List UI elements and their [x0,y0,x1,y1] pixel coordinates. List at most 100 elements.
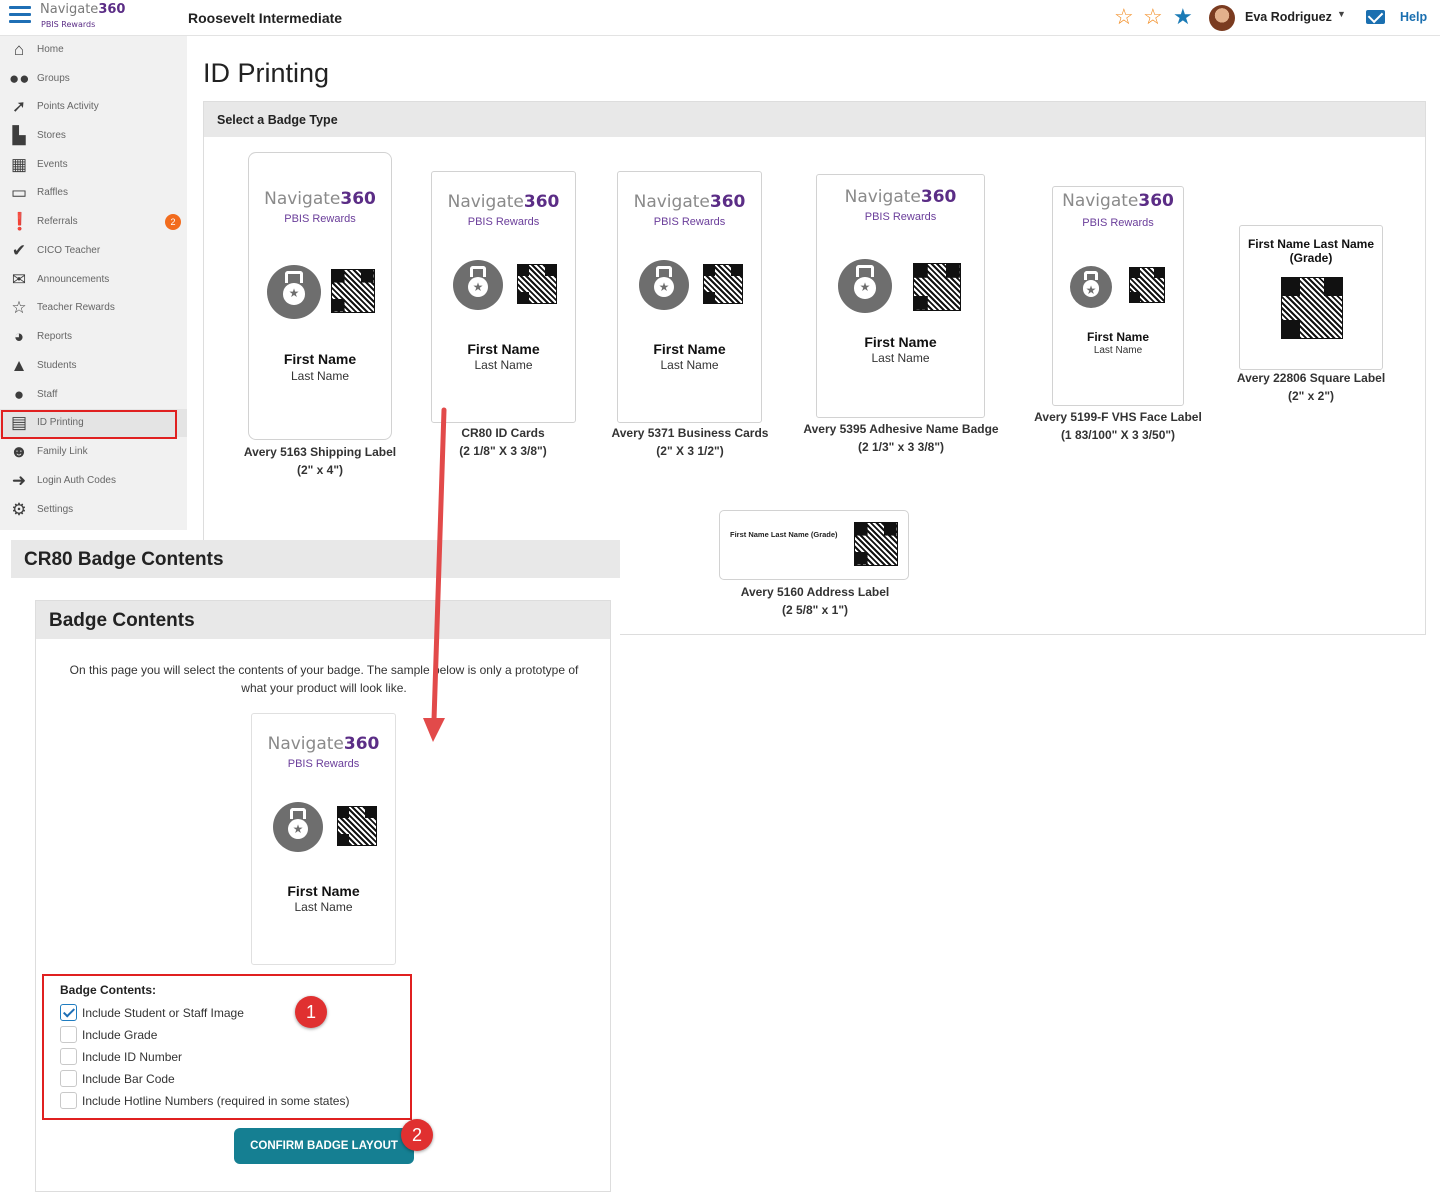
badge-option-cr80[interactable]: Navigate360 PBIS Rewards First Name Last… [431,171,576,423]
sidebar-item-students[interactable]: ▲ Students [0,352,187,380]
sidebar: ⌂ Home ●● Groups ➚ Points Activity ▙ Stores … [0,36,187,530]
sidebar-item-raffles[interactable]: ▭ Raffles [0,179,187,207]
sidebar-item-groups[interactable]: ●● Groups [0,65,187,93]
overlay-title: CR80 Badge Contents [24,549,224,570]
badge-logo: Navigate360 [844,187,957,207]
medal-icon [1070,266,1112,308]
sidebar-item-stores[interactable]: ▙ Stores [0,122,187,150]
sidebar-item-label: Stores [37,130,66,141]
checkbox[interactable] [60,1092,77,1109]
sidebar-item-reports[interactable]: ◕ Reports [0,323,187,351]
star-filled-icon[interactable]: ★ [1173,6,1193,28]
gear-icon: ⚙ [11,500,27,519]
calendar-icon: ▦ [10,155,28,174]
sidebar-item-label: Groups [37,73,70,84]
help-link[interactable]: Help [1400,10,1427,24]
check-circle-icon: ✔ [11,241,27,260]
badge-option-avery-5160[interactable]: First Name Last Name (Grade) [719,510,909,580]
badge-caption: Avery 5395 Adhesive Name Badge (2 1/3" x … [803,422,999,454]
badge-first-name: First Name [1086,330,1150,344]
badge-last-name: Last Name [294,900,353,914]
sidebar-item-staff[interactable]: ● Staff [0,381,187,409]
medal-icon [267,265,321,319]
panel-header-label: Select a Badge Type [217,113,338,127]
sidebar-item-events[interactable]: ▦ Events [0,151,187,179]
ticket-icon: ▭ [10,183,28,202]
option-label: Include Student or Staff Image [82,1006,244,1020]
option-label: Include Grade [82,1028,158,1042]
badge-caption: Avery 22806 Square Label (2" x 2") [1236,371,1386,403]
arrow-annotation-icon [423,407,447,742]
user-name[interactable]: Eva Rodriguez [1245,10,1332,24]
badge-logo-subtitle: PBIS Rewards [1082,217,1154,229]
qr-code-icon [517,264,557,304]
badge-last-name: Last Name [660,358,719,372]
checkbox[interactable] [60,1070,77,1087]
medal-icon [838,259,892,313]
logo-number: 360 [98,2,126,17]
badge-logo-subtitle: PBIS Rewards [864,211,937,223]
badge-name-grade: First Name Last Name [1247,237,1375,251]
badge-last-name: Last Name [1093,345,1143,356]
medal-icon [273,802,323,852]
sidebar-item-login-auth-codes[interactable]: ➜ Login Auth Codes [0,467,187,495]
badge-logo: Navigate360 [1062,191,1174,211]
badge-logo: Navigate360 [447,192,560,212]
avatar[interactable] [1209,5,1235,31]
sidebar-item-family-link[interactable]: ☻ Family Link [0,438,187,466]
checkbox-checked[interactable] [60,1004,77,1021]
sidebar-item-label: Staff [37,389,58,400]
badge-first-name: First Name [653,341,726,357]
badge-last-name: Last Name [290,369,350,383]
sidebar-item-points-activity[interactable]: ➚ Points Activity [0,93,187,121]
sidebar-item-label: Settings [37,504,74,515]
sidebar-item-label: Reports [37,331,73,342]
badge-option-avery-5371[interactable]: Navigate360 PBIS Rewards First Name Last… [617,171,762,423]
checkbox[interactable] [60,1026,77,1043]
qr-code-icon [331,269,375,313]
sidebar-item-referrals[interactable]: ❗ Referrals 2 [0,208,187,236]
badge-option-avery-5199f[interactable]: Navigate360 PBIS Rewards First Name Last… [1052,186,1184,406]
groups-icon: ●● [9,69,30,88]
sidebar-item-settings[interactable]: ⚙ Settings [0,496,187,524]
badge-logo: Navigate360 [633,192,746,212]
cr80-badge-contents-panel: CR80 Badge Contents Badge Contents On th… [11,540,620,1202]
sidebar-item-teacher-rewards[interactable]: ☆ Teacher Rewards [0,294,187,322]
app-logo[interactable]: Navigate360 [40,2,125,17]
option-label: Include Hotline Numbers (required in som… [82,1094,350,1108]
badge-name-grade: First Name Last Name (Grade) [730,530,838,539]
top-bar: Navigate360 PBIS Rewards Roosevelt Inter… [0,0,1440,36]
panel-header: Select a Badge Type [204,102,1425,137]
highlight-outline [1,410,177,439]
hamburger-menu-icon[interactable] [9,6,31,26]
checkbox[interactable] [60,1048,77,1065]
home-icon: ⌂ [13,40,25,59]
star-outline-icon[interactable]: ☆ [1143,6,1163,28]
qr-code-icon [703,264,743,304]
sidebar-item-home[interactable]: ⌂ Home [0,36,187,64]
alert-icon: ❗ [9,212,31,231]
badge-option-avery-5395[interactable]: Navigate360 PBIS Rewards First Name Last… [816,174,985,418]
badge-option-avery-5163[interactable]: Navigate360 PBIS Rewards First Name Last… [248,152,392,440]
mail-icon[interactable] [1366,10,1385,24]
star-outline-icon[interactable]: ☆ [1114,6,1134,28]
qr-code-icon [854,522,898,566]
badge-logo-subtitle: PBIS Rewards [284,213,356,225]
badge-first-name: First Name [864,334,937,350]
sidebar-item-label: Raffles [37,187,68,198]
cart-icon: ▙ [12,126,26,145]
sidebar-item-announcements[interactable]: ✉ Announcements [0,266,187,294]
sidebar-item-label: CICO Teacher [37,245,101,256]
badge-contents-header: Badge Contents [36,601,610,639]
chevron-down-icon[interactable]: ▼ [1337,9,1346,19]
badge-preview: Navigate360 PBIS Rewards First Name Last… [251,713,396,965]
sidebar-item-label: Events [37,159,68,170]
medal-icon [453,260,503,310]
badge-contents-label: Badge Contents: [60,983,156,997]
badge-option-avery-22806[interactable]: First Name Last Name (Grade) [1239,225,1383,370]
confirm-badge-layout-button[interactable]: CONFIRM BADGE LAYOUT [234,1128,414,1164]
envelope-icon: ✉ [11,270,27,289]
badge-logo-subtitle: PBIS Rewards [653,216,726,228]
sidebar-item-cico-teacher[interactable]: ✔ CICO Teacher [0,237,187,265]
badge-first-name: First Name [287,883,360,899]
